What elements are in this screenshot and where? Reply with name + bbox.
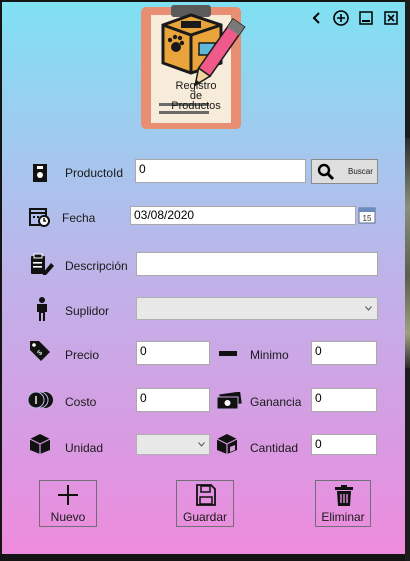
minus-icon bbox=[219, 351, 237, 356]
ganancia-input[interactable]: 0 bbox=[311, 388, 377, 412]
descripcion-input[interactable] bbox=[136, 252, 378, 276]
unidad-label: Unidad bbox=[65, 441, 104, 455]
coins-icon bbox=[27, 391, 54, 412]
box-icon bbox=[28, 433, 52, 458]
guardar-button[interactable]: Guardar bbox=[176, 480, 234, 527]
nuevo-button-label: Nuevo bbox=[50, 510, 86, 524]
product-id-input[interactable]: 0 bbox=[135, 159, 306, 183]
product-tag-icon bbox=[30, 162, 50, 187]
minimize-icon[interactable] bbox=[358, 10, 374, 26]
search-button-label: Buscar bbox=[348, 167, 373, 176]
plus-circle-icon[interactable] bbox=[333, 10, 349, 26]
svg-text:15: 15 bbox=[363, 214, 372, 223]
boxes-icon bbox=[215, 433, 239, 458]
background-image-strip bbox=[405, 138, 410, 368]
costo-input[interactable]: 0 bbox=[136, 388, 210, 412]
calendar-clock-icon bbox=[29, 206, 51, 231]
clipboard-edit-icon bbox=[30, 253, 54, 280]
chevron-left-icon[interactable] bbox=[309, 10, 325, 26]
chevron-down-icon bbox=[365, 306, 372, 311]
trash-icon bbox=[335, 485, 353, 506]
cantidad-input[interactable]: 0 bbox=[311, 434, 377, 455]
calendar-icon: 15 bbox=[358, 207, 376, 224]
save-icon bbox=[196, 484, 216, 506]
app-logo: Registro de Productos bbox=[141, 5, 259, 131]
search-icon bbox=[317, 163, 335, 181]
minimo-label: Minimo bbox=[250, 348, 289, 362]
guardar-button-label: Guardar bbox=[182, 510, 228, 524]
suplidor-dropdown[interactable] bbox=[136, 297, 378, 320]
clipboard-box-icon bbox=[141, 5, 246, 129]
calendar-picker-button[interactable]: 15 bbox=[358, 206, 377, 225]
precio-label: Precio bbox=[65, 348, 100, 362]
logo-caption: Registro de Productos bbox=[161, 81, 231, 112]
costo-label: Costo bbox=[65, 395, 97, 409]
nuevo-button[interactable]: Nuevo bbox=[39, 480, 97, 527]
logo-line-3: Productos bbox=[171, 100, 221, 112]
price-tag-icon: $ bbox=[29, 340, 51, 365]
suplidor-label: Suplidor bbox=[65, 304, 110, 318]
cantidad-label: Cantidad bbox=[250, 441, 299, 455]
unidad-dropdown[interactable] bbox=[136, 434, 210, 455]
eliminar-button[interactable]: Eliminar bbox=[315, 480, 371, 527]
fecha-label: Fecha bbox=[62, 211, 96, 225]
product-id-label: ProductoId bbox=[65, 166, 124, 180]
ganancia-label: Ganancia bbox=[250, 395, 302, 409]
plus-icon bbox=[58, 485, 78, 505]
person-icon bbox=[35, 297, 49, 324]
eliminar-button-label: Eliminar bbox=[321, 510, 365, 524]
close-icon[interactable] bbox=[383, 10, 399, 26]
search-button[interactable]: Buscar bbox=[311, 159, 378, 184]
minimo-input[interactable]: 0 bbox=[311, 341, 377, 365]
precio-input[interactable]: 0 bbox=[136, 341, 210, 365]
descripcion-label: Descripción bbox=[65, 259, 128, 273]
money-bill-icon bbox=[216, 391, 242, 413]
fecha-input[interactable]: 03/08/2020 bbox=[130, 206, 356, 225]
chevron-down-icon bbox=[198, 442, 205, 447]
product-registry-window: Registro de Productos ProductoId 0 Busca… bbox=[2, 2, 405, 554]
